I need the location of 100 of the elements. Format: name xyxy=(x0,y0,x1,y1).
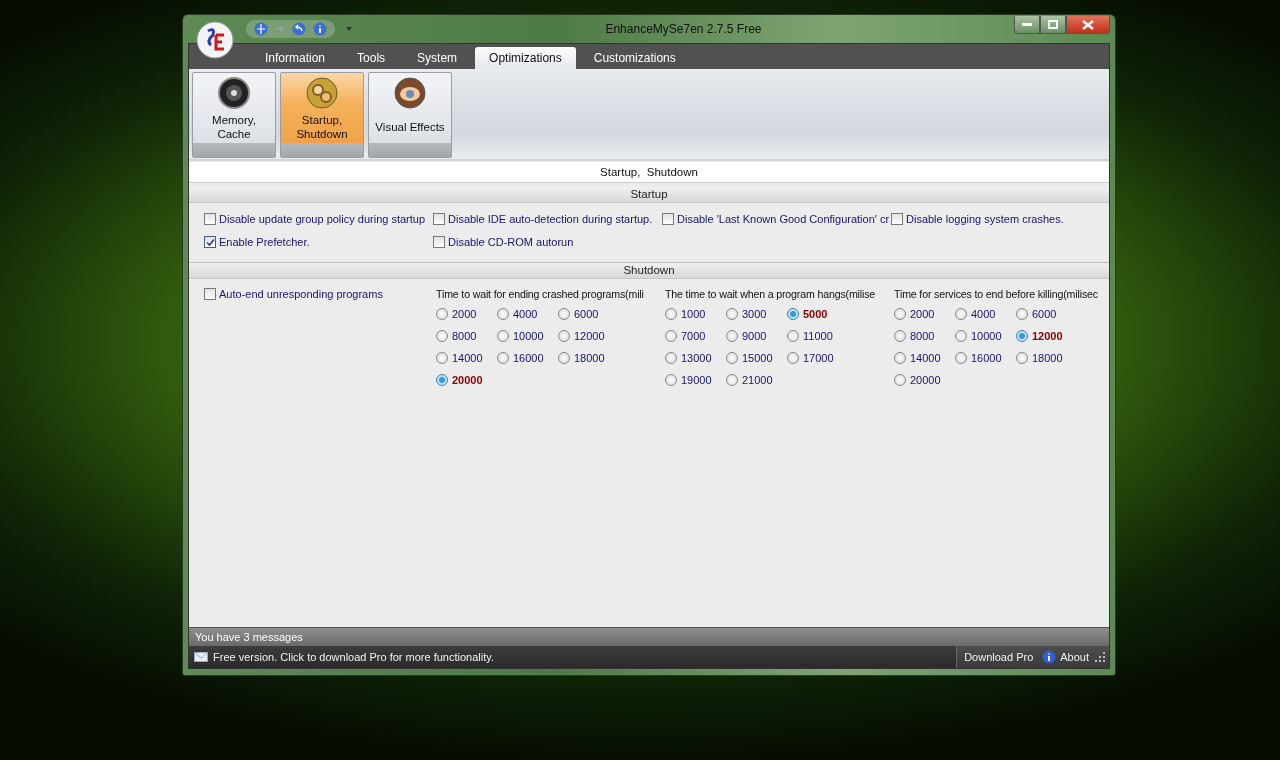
ribbon-button[interactable]: Memory, Cache xyxy=(192,72,276,158)
radio-button[interactable] xyxy=(497,308,509,320)
tab[interactable]: Tools xyxy=(343,47,400,69)
radio-option[interactable]: 18000 xyxy=(1016,352,1077,364)
radio-button[interactable] xyxy=(665,374,677,386)
radio-button[interactable] xyxy=(726,352,738,364)
minimize-button[interactable] xyxy=(1014,16,1040,34)
checkbox[interactable] xyxy=(891,213,903,225)
radio-button[interactable] xyxy=(955,330,967,342)
checkbox[interactable] xyxy=(204,213,216,225)
radio-option[interactable]: 1000 xyxy=(665,308,726,320)
checkbox-option[interactable]: Disable logging system crashes. xyxy=(891,213,1111,225)
radio-button[interactable] xyxy=(726,308,738,320)
close-button[interactable] xyxy=(1066,16,1110,34)
radio-button[interactable] xyxy=(665,352,677,364)
ribbon-button[interactable]: Startup, Shutdown xyxy=(280,72,364,158)
radio-option[interactable]: 4000 xyxy=(955,308,1016,320)
radio-option[interactable]: 2000 xyxy=(436,308,497,320)
tab[interactable]: System xyxy=(403,47,472,69)
radio-option[interactable]: 4000 xyxy=(497,308,558,320)
resize-grip-icon[interactable] xyxy=(1095,652,1105,662)
radio-button[interactable] xyxy=(558,352,570,364)
checkbox[interactable] xyxy=(204,288,216,300)
radio-option[interactable]: 5000 xyxy=(787,308,848,320)
checkbox[interactable] xyxy=(662,213,674,225)
info-icon[interactable] xyxy=(313,22,327,36)
tab[interactable]: Optimizations xyxy=(475,47,576,69)
about-button[interactable]: About xyxy=(1039,650,1092,664)
radio-button[interactable] xyxy=(894,352,906,364)
radio-option[interactable]: 8000 xyxy=(894,330,955,342)
radio-option[interactable]: 6000 xyxy=(558,308,619,320)
tab[interactable]: Information xyxy=(251,47,340,69)
status-text[interactable]: Free version. Click to download Pro for more functionality. xyxy=(213,651,495,663)
radio-button[interactable] xyxy=(787,330,799,342)
checkbox-option[interactable]: Auto-end unresponding programs xyxy=(204,288,436,300)
checkbox-option[interactable]: Disable CD-ROM autorun xyxy=(433,236,662,248)
tab[interactable]: Customizations xyxy=(579,47,690,69)
radio-option[interactable]: 12000 xyxy=(558,330,619,342)
radio-option[interactable]: 13000 xyxy=(665,352,726,364)
radio-button[interactable] xyxy=(787,352,799,364)
section-header: Shutdown xyxy=(189,262,1109,279)
radio-option[interactable]: 10000 xyxy=(955,330,1016,342)
radio-option[interactable]: 6000 xyxy=(1016,308,1077,320)
radio-button[interactable] xyxy=(558,330,570,342)
radio-button[interactable] xyxy=(955,352,967,364)
radio-option[interactable]: 9000 xyxy=(726,330,787,342)
radio-button[interactable] xyxy=(558,308,570,320)
section-header: Startup xyxy=(189,187,1109,203)
maximize-button[interactable] xyxy=(1040,16,1066,34)
checkbox[interactable] xyxy=(204,236,216,248)
envelope-icon xyxy=(194,652,208,662)
radio-button[interactable] xyxy=(894,330,906,342)
radio-option[interactable]: 3000 xyxy=(726,308,787,320)
radio-option[interactable]: 18000 xyxy=(558,352,619,364)
radio-button[interactable] xyxy=(955,308,967,320)
radio-option[interactable]: 19000 xyxy=(665,374,726,386)
radio-option[interactable]: 10000 xyxy=(497,330,558,342)
radio-option[interactable]: 16000 xyxy=(955,352,1016,364)
radio-button[interactable] xyxy=(436,308,448,320)
radio-option[interactable]: 15000 xyxy=(726,352,787,364)
radio-option[interactable]: 17000 xyxy=(787,352,848,364)
radio-button[interactable] xyxy=(497,330,509,342)
radio-button[interactable] xyxy=(436,374,448,386)
window-title: EnhanceMySe7en 2.7.5 Free xyxy=(604,22,763,36)
radio-option[interactable]: 14000 xyxy=(894,352,955,364)
checkbox-option[interactable]: Disable IDE auto-detection during startup. xyxy=(433,213,662,225)
checkbox[interactable] xyxy=(433,236,445,248)
radio-button[interactable] xyxy=(1016,352,1028,364)
radio-button[interactable] xyxy=(665,308,677,320)
radio-button[interactable] xyxy=(726,330,738,342)
radio-button[interactable] xyxy=(436,352,448,364)
radio-option[interactable]: 16000 xyxy=(497,352,558,364)
radio-button[interactable] xyxy=(665,330,677,342)
checkbox-option[interactable]: Disable 'Last Known Good Configuration' cr xyxy=(662,213,891,225)
caret-icon[interactable] xyxy=(345,26,353,32)
radio-option[interactable]: 20000 xyxy=(436,374,497,386)
radio-option[interactable]: 7000 xyxy=(665,330,726,342)
ribbon-button[interactable]: Visual Effects xyxy=(368,72,452,158)
radio-button[interactable] xyxy=(436,330,448,342)
radio-button[interactable] xyxy=(894,374,906,386)
radio-option[interactable]: 20000 xyxy=(894,374,955,386)
maximize-icon xyxy=(1048,20,1058,29)
radio-option[interactable]: 14000 xyxy=(436,352,497,364)
radio-option[interactable]: 21000 xyxy=(726,374,787,386)
radio-option[interactable]: 2000 xyxy=(894,308,955,320)
radio-button[interactable] xyxy=(787,308,799,320)
info-icon xyxy=(1042,650,1057,664)
download-pro-button[interactable]: Download Pro xyxy=(961,651,1037,663)
radio-option[interactable]: 12000 xyxy=(1016,330,1077,342)
checkbox[interactable] xyxy=(433,213,445,225)
radio-button[interactable] xyxy=(1016,330,1028,342)
radio-option[interactable]: 11000 xyxy=(787,330,848,342)
radio-button[interactable] xyxy=(726,374,738,386)
radio-button[interactable] xyxy=(894,308,906,320)
radio-button[interactable] xyxy=(1016,308,1028,320)
checkbox-option[interactable]: Enable Prefetcher. xyxy=(204,236,433,248)
radio-option[interactable]: 8000 xyxy=(436,330,497,342)
radio-button[interactable] xyxy=(497,352,509,364)
minimize-icon xyxy=(1022,22,1032,27)
checkbox-option[interactable]: Disable update group policy during startup xyxy=(204,213,433,225)
